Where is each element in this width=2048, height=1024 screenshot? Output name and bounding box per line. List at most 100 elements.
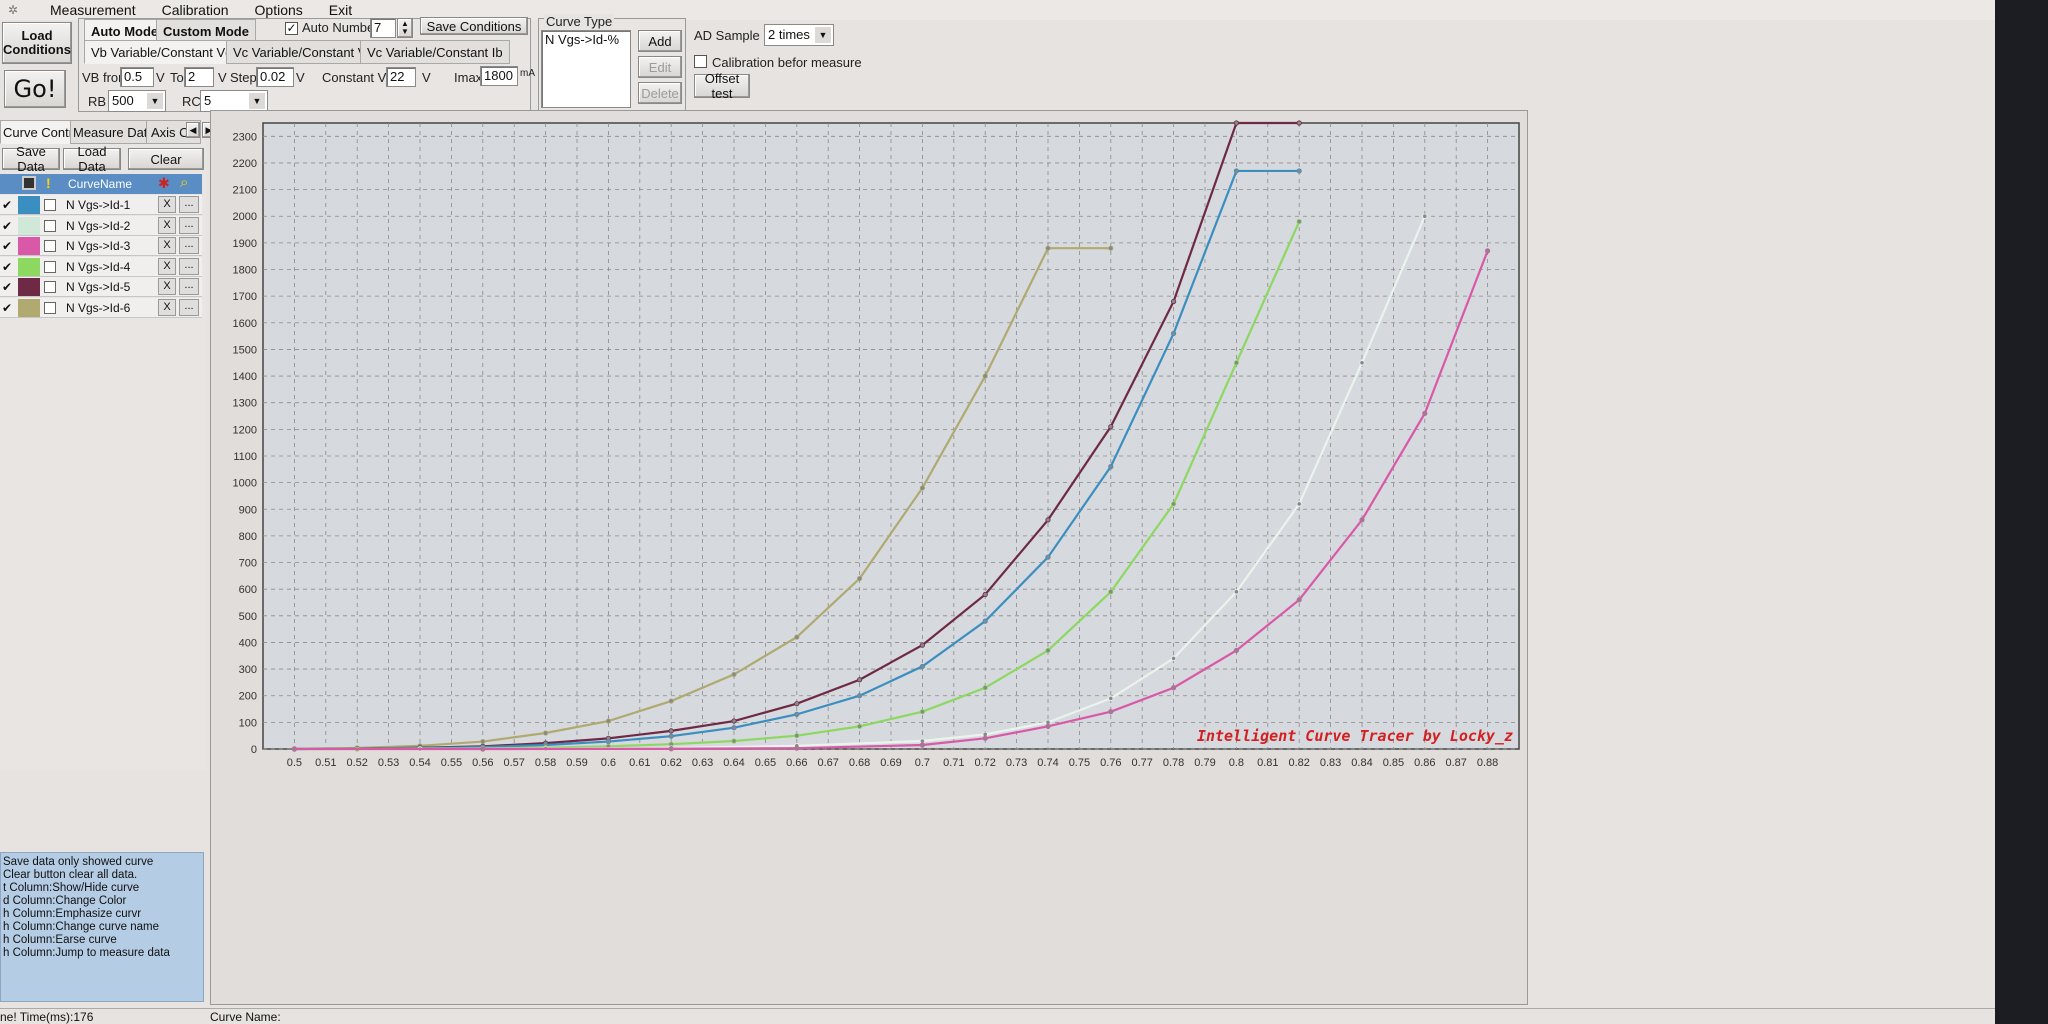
tab-scroll-left-icon[interactable]: ◀ bbox=[186, 122, 200, 138]
clear-button[interactable]: Clear bbox=[128, 148, 204, 170]
ad-sample-value: 2 times bbox=[768, 27, 810, 42]
jump-to-data-button[interactable]: ... bbox=[179, 278, 199, 295]
y-tick-label: 800 bbox=[239, 531, 257, 543]
erase-curve-button[interactable]: X bbox=[158, 196, 176, 213]
x-tick-label: 0.76 bbox=[1100, 757, 1121, 769]
curve-color-swatch[interactable] bbox=[18, 278, 40, 296]
emphasize-checkbox[interactable] bbox=[44, 281, 56, 293]
menu-exit[interactable]: Exit bbox=[329, 2, 352, 18]
emphasize-checkbox[interactable] bbox=[44, 240, 56, 252]
curve-name[interactable]: N Vgs->Id-5 bbox=[66, 280, 130, 294]
curve-row[interactable]: ✔ N Vgs->Id-5 X... bbox=[0, 277, 202, 297]
x-tick-label: 0.75 bbox=[1069, 757, 1090, 769]
jump-to-data-button[interactable]: ... bbox=[179, 216, 199, 234]
y-tick-label: 1200 bbox=[233, 424, 257, 436]
show-curve-checkbox[interactable]: ✔ bbox=[2, 260, 12, 274]
y-tick-label: 300 bbox=[239, 664, 257, 676]
menu-measurement[interactable]: Measurement bbox=[50, 2, 136, 18]
menu-options[interactable]: Options bbox=[255, 2, 303, 18]
edit-button[interactable]: Edit bbox=[638, 56, 682, 78]
ad-sample-select[interactable]: 2 times ▼ bbox=[764, 24, 834, 46]
chart-annotation: Intelligent Curve Tracer by Locky_z bbox=[1197, 727, 1513, 745]
curve-name[interactable]: N Vgs->Id-3 bbox=[66, 239, 130, 253]
curve-name[interactable]: N Vgs->Id-4 bbox=[66, 260, 130, 274]
x-tick-label: 0.63 bbox=[692, 757, 713, 769]
show-curve-checkbox[interactable]: ✔ bbox=[2, 219, 12, 233]
vce-input[interactable]: 22 bbox=[386, 67, 416, 87]
tab-vc-variable-vb[interactable]: Vc Variable/Constant Vb bbox=[226, 40, 381, 64]
jump-to-data-button[interactable]: ... bbox=[179, 298, 199, 316]
x-tick-label: 0.81 bbox=[1257, 757, 1278, 769]
curve-name[interactable]: N Vgs->Id-1 bbox=[66, 198, 130, 212]
x-tick-label: 0.64 bbox=[723, 757, 744, 769]
tab-measure-data[interactable]: Measure Data bbox=[70, 120, 158, 144]
vb-from-unit: V bbox=[156, 70, 165, 85]
auto-number-checkbox[interactable]: ✓ bbox=[285, 22, 298, 35]
x-tick-label: 0.54 bbox=[409, 757, 430, 769]
y-tick-label: 900 bbox=[239, 504, 257, 516]
show-curve-checkbox[interactable]: ✔ bbox=[2, 301, 12, 315]
erase-curve-button[interactable]: X bbox=[158, 278, 176, 295]
show-curve-checkbox[interactable]: ✔ bbox=[2, 239, 12, 253]
erase-curve-button[interactable]: X bbox=[158, 237, 176, 254]
x-tick-label: 0.74 bbox=[1037, 757, 1058, 769]
step-input[interactable]: 0.02 bbox=[256, 67, 294, 87]
curve-row[interactable]: ✔ N Vgs->Id-4 X... bbox=[0, 256, 202, 277]
erase-curve-button[interactable]: X bbox=[158, 216, 176, 234]
imax-input[interactable]: 1800 bbox=[480, 66, 518, 86]
x-tick-label: 0.6 bbox=[601, 757, 616, 769]
save-conditions-button[interactable]: Save Conditions bbox=[420, 17, 528, 35]
to-input[interactable]: 2 bbox=[184, 67, 214, 87]
curve-row[interactable]: ✔ N Vgs->Id-3 X... bbox=[0, 236, 202, 256]
load-conditions-button[interactable]: Load Conditions bbox=[2, 22, 72, 64]
emphasize-checkbox[interactable] bbox=[44, 219, 56, 232]
x-tick-label: 0.78 bbox=[1163, 757, 1184, 769]
show-curve-checkbox[interactable]: ✔ bbox=[2, 198, 12, 212]
data-point bbox=[794, 745, 800, 751]
add-button[interactable]: Add bbox=[638, 30, 682, 52]
curve-color-swatch[interactable] bbox=[18, 216, 40, 235]
curve-row[interactable]: ✔ N Vgs->Id-1 X... bbox=[0, 195, 202, 215]
auto-number-input[interactable]: 7 bbox=[370, 18, 396, 38]
curve-name[interactable]: N Vgs->Id-2 bbox=[66, 219, 130, 233]
data-point bbox=[668, 746, 674, 752]
tab-vb-variable[interactable]: Vb Variable/Constant Vce bbox=[84, 40, 246, 64]
x-tick-label: 0.88 bbox=[1477, 757, 1498, 769]
curve-color-swatch[interactable] bbox=[18, 237, 40, 255]
emphasize-checkbox[interactable] bbox=[44, 301, 56, 314]
jump-to-data-button[interactable]: ... bbox=[179, 196, 199, 213]
show-curve-checkbox[interactable]: ✔ bbox=[2, 280, 12, 294]
go-button[interactable]: Go! bbox=[4, 70, 66, 108]
auto-number-spinner[interactable]: ▲ ▼ bbox=[397, 18, 413, 38]
jump-to-data-button[interactable]: ... bbox=[179, 237, 199, 254]
menu-calibration[interactable]: Calibration bbox=[162, 2, 229, 18]
y-tick-label: 500 bbox=[239, 611, 257, 623]
offset-test-button[interactable]: Offset test bbox=[694, 71, 750, 101]
calibration-checkbox[interactable] bbox=[694, 55, 707, 68]
tab-vc-variable-ib[interactable]: Vc Variable/Constant Ib bbox=[360, 40, 510, 64]
curve-color-swatch[interactable] bbox=[18, 298, 40, 317]
step-label: Step bbox=[230, 70, 257, 85]
rb-select[interactable]: 500 ▼ bbox=[108, 90, 166, 112]
y-tick-label: 1300 bbox=[233, 398, 257, 410]
curve-row[interactable]: ✔ N Vgs->Id-6 X... bbox=[0, 297, 202, 318]
erase-curve-button[interactable]: X bbox=[158, 298, 176, 316]
emphasize-checkbox[interactable] bbox=[44, 260, 56, 273]
curve-type-item[interactable]: N Vgs->Id-% bbox=[545, 32, 619, 47]
save-data-button[interactable]: Save Data bbox=[2, 144, 60, 174]
jump-to-data-button[interactable]: ... bbox=[179, 257, 199, 275]
x-tick-label: 0.53 bbox=[378, 757, 399, 769]
curve-row[interactable]: ✔ N Vgs->Id-2 X... bbox=[0, 215, 202, 236]
rc-select[interactable]: 5 ▼ bbox=[200, 90, 268, 112]
curve-type-list[interactable]: N Vgs->Id-% bbox=[541, 30, 631, 108]
curve-color-swatch[interactable] bbox=[18, 257, 40, 276]
delete-button[interactable]: Delete bbox=[638, 82, 682, 104]
curve-color-swatch[interactable] bbox=[18, 196, 40, 214]
curve-name[interactable]: N Vgs->Id-6 bbox=[66, 301, 130, 315]
x-tick-label: 0.58 bbox=[535, 757, 556, 769]
vb-from-input[interactable]: 0.5 bbox=[120, 67, 154, 87]
load-data-button[interactable]: Load Data bbox=[63, 144, 121, 174]
erase-curve-button[interactable]: X bbox=[158, 257, 176, 275]
app-window: ✲ Measurement Calibration Options Exit L… bbox=[0, 0, 1995, 1024]
emphasize-checkbox[interactable] bbox=[44, 199, 56, 211]
